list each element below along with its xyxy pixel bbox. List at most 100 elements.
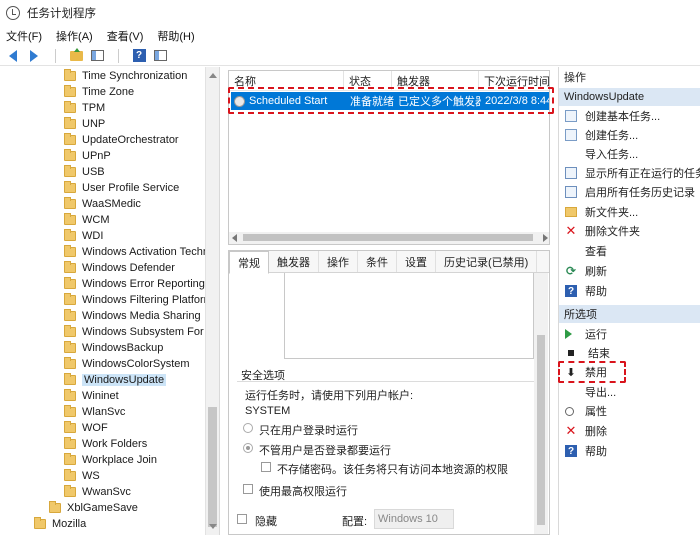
scroll-thumb[interactable] <box>243 234 533 241</box>
tab-settings[interactable]: 设置 <box>397 251 436 272</box>
radio-logged-on[interactable] <box>243 423 253 433</box>
tree-item[interactable]: Windows Defender <box>64 260 175 276</box>
tree-item[interactable]: Windows Subsystem For Linux <box>64 324 219 340</box>
tree-item[interactable]: UpdateOrchestrator <box>64 132 179 148</box>
actions-group-selected-item[interactable]: 所选项 <box>559 305 700 323</box>
actions-group-windowsupdate[interactable]: WindowsUpdate <box>559 88 700 106</box>
tree-item[interactable]: Time Zone <box>64 84 134 100</box>
tab-general[interactable]: 常规 <box>229 251 269 274</box>
tree-item[interactable]: WindowsColorSystem <box>64 356 190 372</box>
tree-item[interactable]: Workplace Join <box>64 452 157 468</box>
folder-icon <box>64 181 76 193</box>
tree-item[interactable]: WDI <box>64 228 103 244</box>
menu-help[interactable]: 帮助(H) <box>157 28 194 44</box>
folder-icon <box>64 85 76 97</box>
description-box[interactable] <box>284 273 534 359</box>
tree-item[interactable]: WindowsBackup <box>64 340 163 356</box>
folder-icon <box>64 101 76 113</box>
console-tree-icon <box>90 50 104 61</box>
scroll-right-arrow-icon[interactable] <box>543 234 548 242</box>
folder-icon <box>64 213 76 225</box>
folder-icon <box>64 453 76 465</box>
tab-actions[interactable]: 操作 <box>319 251 358 272</box>
tree-item[interactable]: Work Folders <box>64 436 147 452</box>
view-icon <box>565 245 577 257</box>
radio-whether-logged-on[interactable] <box>243 443 253 453</box>
tree-item[interactable]: WOF <box>64 420 108 436</box>
tree-item[interactable]: USB <box>64 164 105 180</box>
tree-item[interactable]: Windows Activation Technologies <box>64 244 219 260</box>
action-create-basic-task[interactable]: 创建基本任务... <box>559 107 700 125</box>
tree-item-selected[interactable]: WindowsUpdate <box>64 372 167 388</box>
forward-button[interactable] <box>25 48 43 64</box>
tree-item[interactable]: Mozilla <box>34 516 86 532</box>
tree-item[interactable]: Time Synchronization <box>64 68 187 84</box>
menu-action[interactable]: 操作(A) <box>56 28 93 44</box>
scroll-left-arrow-icon[interactable] <box>232 234 237 242</box>
action-end[interactable]: 结束 <box>559 344 700 362</box>
details-scrollbar[interactable] <box>534 273 548 534</box>
action-delete[interactable]: ✕ 删除 <box>559 422 700 440</box>
menu-view[interactable]: 查看(V) <box>107 28 144 44</box>
toolbar-separator <box>46 48 64 64</box>
folder-tree: Time Synchronization Time Zone TPM UNP U… <box>0 67 220 535</box>
back-button[interactable] <box>4 48 22 64</box>
tree-item[interactable]: Windows Error Reporting <box>64 276 205 292</box>
tree-item[interactable]: User Profile Service <box>64 180 179 196</box>
action-refresh[interactable]: ⟳ 刷新 <box>559 262 700 280</box>
action-view[interactable]: 查看 <box>559 242 700 260</box>
action-new-folder[interactable]: 新文件夹... <box>559 203 700 221</box>
tree-item[interactable]: UNP <box>64 116 105 132</box>
action-help[interactable]: ? 帮助 <box>559 282 700 300</box>
action-properties[interactable]: 属性 <box>559 402 700 420</box>
task-history-icon <box>565 186 577 198</box>
tree-scrollbar[interactable] <box>205 67 219 535</box>
scroll-thumb[interactable] <box>208 407 217 527</box>
config-select[interactable]: Windows 10 <box>374 509 454 529</box>
tree-item[interactable]: Windows Filtering Platform <box>64 292 213 308</box>
menu-file[interactable]: 文件(F) <box>6 28 42 44</box>
checkbox-highest-privileges[interactable] <box>243 484 253 494</box>
console-tree-button[interactable] <box>88 48 106 64</box>
tree-item[interactable]: XblGameSave <box>49 500 138 516</box>
action-import-task[interactable]: 导入任务... <box>559 145 700 163</box>
tab-triggers[interactable]: 触发器 <box>269 251 319 272</box>
folder-icon <box>64 229 76 241</box>
action-pane-button[interactable] <box>151 48 169 64</box>
tree-item[interactable]: WaaSMedic <box>64 196 141 212</box>
folder-icon <box>64 197 76 209</box>
folder-icon <box>49 501 61 513</box>
action-show-running-tasks[interactable]: 显示所有正在运行的任务 <box>559 164 700 182</box>
tree-item[interactable]: WCM <box>64 212 110 228</box>
checkbox-hidden[interactable] <box>237 514 247 524</box>
action-run[interactable]: 运行 <box>559 325 700 343</box>
checkbox-no-password[interactable] <box>261 462 271 472</box>
folder-icon <box>64 421 76 433</box>
action-enable-history[interactable]: 启用所有任务历史记录 <box>559 183 700 201</box>
tree-item[interactable]: UPnP <box>64 148 111 164</box>
tree-item[interactable]: WS <box>64 468 100 484</box>
up-one-level-button[interactable] <box>67 47 85 64</box>
account-value: SYSTEM <box>245 405 291 417</box>
task-list-hscrollbar[interactable] <box>229 232 549 244</box>
tab-conditions[interactable]: 条件 <box>358 251 397 272</box>
scroll-thumb[interactable] <box>537 335 545 525</box>
properties-icon <box>565 406 574 416</box>
scroll-down-arrow-icon[interactable] <box>209 524 217 529</box>
option-logged-on-label: 只在用户登录时运行 <box>259 425 358 437</box>
tab-history[interactable]: 历史记录(已禁用) <box>436 251 538 272</box>
tree-item[interactable]: TPM <box>64 100 105 116</box>
tree-item[interactable]: WlanSvc <box>64 404 125 420</box>
option-no-password-label: 不存储密码。该任务将只有访问本地资源的权限 <box>277 464 508 476</box>
action-export[interactable]: 导出... <box>559 383 700 401</box>
tree-item[interactable]: WwanSvc <box>64 484 131 500</box>
tree-item[interactable]: Windows Media Sharing <box>64 308 201 324</box>
action-create-task[interactable]: 创建任务... <box>559 126 700 144</box>
tree-item[interactable]: Wininet <box>64 388 119 404</box>
scroll-up-arrow-icon[interactable] <box>209 73 217 78</box>
actions-header: 操作 <box>559 68 700 86</box>
action-delete-folder[interactable]: ✕ 删除文件夹 <box>559 222 700 240</box>
folder-icon <box>64 485 76 497</box>
help-button[interactable]: ? <box>130 48 148 64</box>
action-help-selected[interactable]: ? 帮助 <box>559 442 700 460</box>
